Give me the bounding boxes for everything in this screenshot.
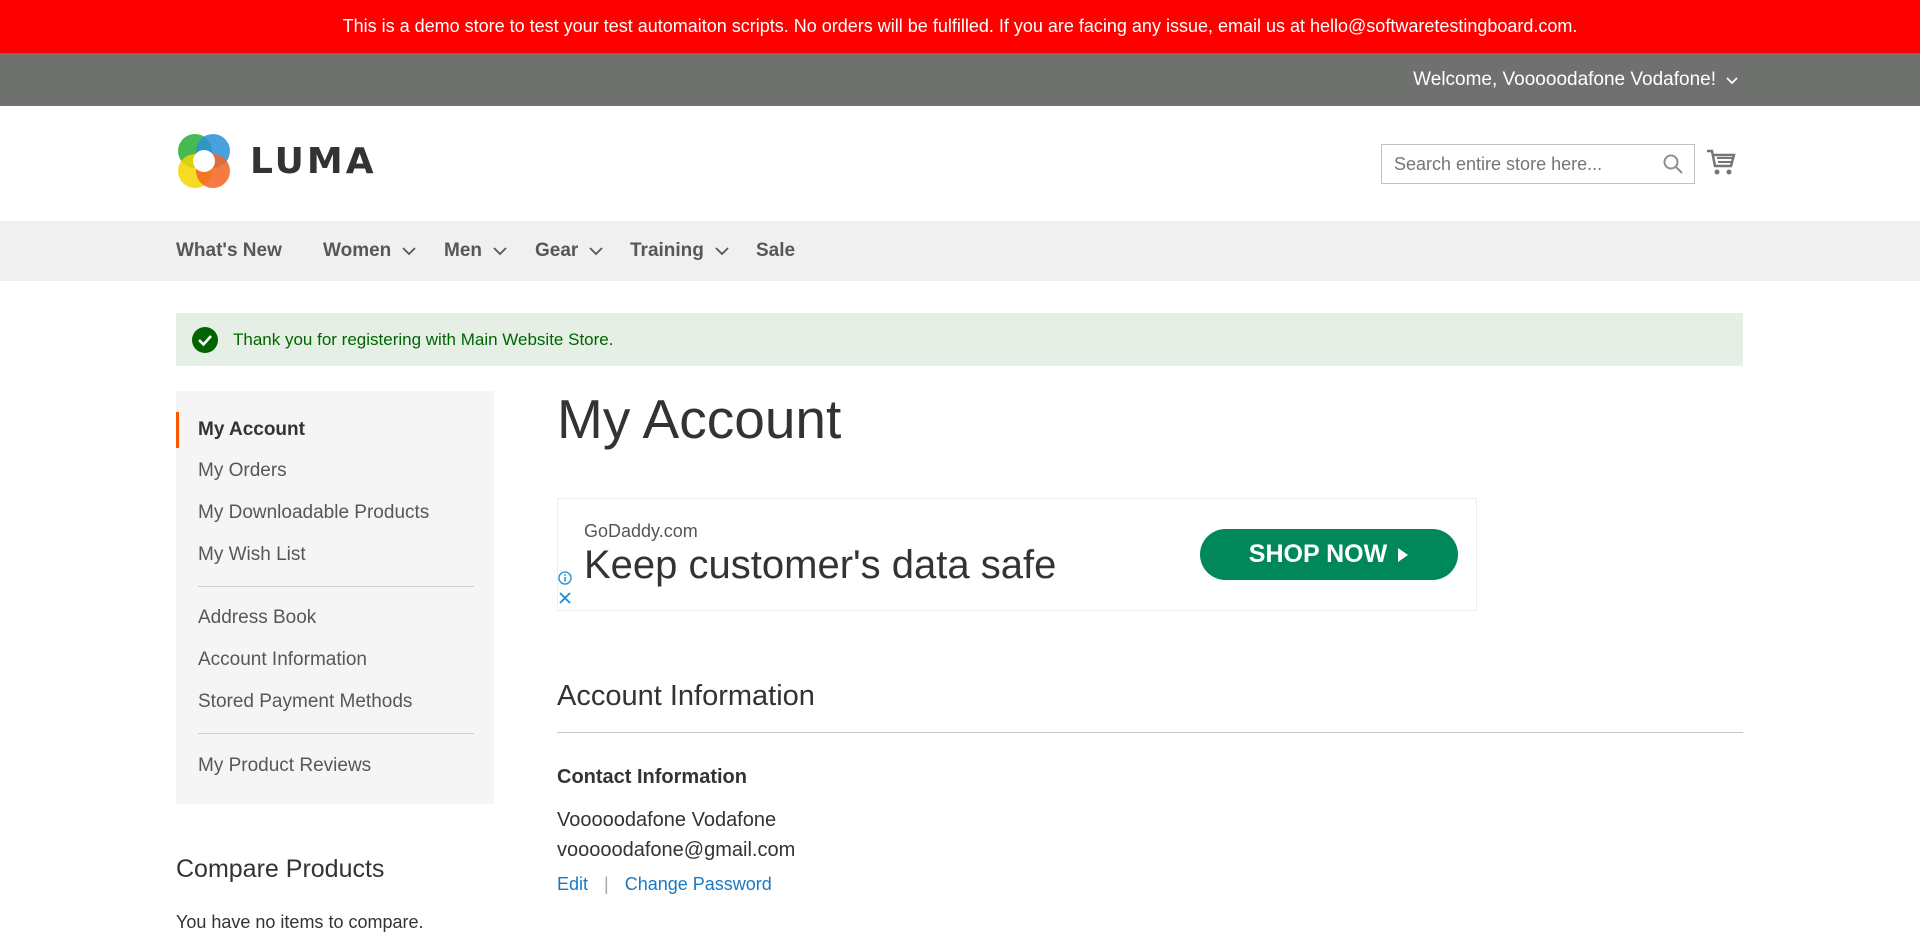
- nav-item-gear[interactable]: Gear: [535, 221, 604, 281]
- account-sidebar: My Account My Orders My Downloadable Pro…: [176, 391, 494, 804]
- action-separator: |: [604, 874, 609, 894]
- change-password-link[interactable]: Change Password: [625, 874, 772, 895]
- chevron-down-icon: [402, 247, 416, 256]
- welcome-text: Welcome, Vooooodafone Vodafone!: [1413, 68, 1716, 90]
- chevron-down-icon: [589, 247, 603, 256]
- info-icon[interactable]: [558, 571, 572, 585]
- sidebar-divider: [198, 586, 474, 587]
- account-information-title: Account Information: [557, 680, 815, 712]
- logo-text: LUMA: [250, 140, 377, 182]
- chevron-down-icon: [1726, 76, 1738, 84]
- nav-item-label: What's New: [176, 240, 282, 261]
- edit-link[interactable]: Edit: [557, 874, 588, 895]
- compare-products-title: Compare Products: [176, 855, 385, 883]
- ad-domain: GoDaddy.com: [584, 521, 698, 541]
- header-panel: Welcome, Vooooodafone Vodafone!: [0, 53, 1920, 106]
- sidebar-item-my-orders[interactable]: My Orders: [198, 460, 287, 482]
- cart-icon[interactable]: [1705, 146, 1737, 178]
- nav-item-label: Training: [630, 240, 704, 261]
- check-circle-icon: [192, 326, 218, 353]
- contact-email: vooooodafone@gmail.com: [557, 839, 796, 861]
- page-header: LUMA: [0, 106, 1920, 221]
- sidebar-item-downloadable-products[interactable]: My Downloadable Products: [198, 502, 429, 524]
- sidebar-item-account-information[interactable]: Account Information: [198, 649, 367, 671]
- sidebar-item-product-reviews[interactable]: My Product Reviews: [198, 755, 371, 777]
- close-icon[interactable]: [558, 591, 572, 605]
- success-message-text: Thank you for registering with Main Webs…: [233, 329, 614, 349]
- current-item-marker: [176, 412, 179, 448]
- contact-information-title: Contact Information: [557, 766, 747, 788]
- nav-item-men[interactable]: Men: [444, 221, 508, 281]
- nav-item-training[interactable]: Training: [630, 221, 730, 281]
- shop-now-label: SHOP NOW: [1248, 540, 1388, 568]
- chevron-down-icon: [493, 247, 507, 256]
- nav-item-sale[interactable]: Sale: [756, 221, 795, 281]
- luma-logo-icon: [178, 134, 230, 188]
- sidebar-item-my-account[interactable]: My Account: [198, 419, 305, 441]
- search-icon[interactable]: [1662, 153, 1684, 175]
- search-input[interactable]: [1382, 146, 1662, 182]
- main-navigation: What's New Women Men Gear Training Sale: [0, 221, 1920, 281]
- chevron-down-icon: [715, 247, 729, 256]
- demo-notice-bar: This is a demo store to test your test a…: [0, 0, 1920, 53]
- nav-item-label: Women: [323, 240, 392, 261]
- nav-item-women[interactable]: Women: [323, 221, 417, 281]
- shop-now-button[interactable]: SHOP NOW: [1200, 529, 1458, 580]
- contact-name: Vooooodafone Vodafone: [557, 809, 777, 831]
- sidebar-divider: [198, 733, 474, 734]
- customer-welcome-menu[interactable]: Welcome, Vooooodafone Vodafone!: [1413, 53, 1740, 106]
- advertisement-banner[interactable]: GoDaddy.com Keep customer's data safe SH…: [557, 498, 1477, 611]
- section-divider: [557, 732, 1743, 733]
- sidebar-item-wish-list[interactable]: My Wish List: [198, 544, 306, 566]
- demo-notice-text: This is a demo store to test your test a…: [342, 16, 1578, 36]
- sidebar-item-stored-payment-methods[interactable]: Stored Payment Methods: [198, 691, 412, 713]
- sidebar-item-address-book[interactable]: Address Book: [198, 607, 316, 629]
- contact-actions: Edit | Change Password: [557, 874, 772, 895]
- nav-item-label: Gear: [535, 240, 579, 261]
- play-arrow-icon: [1398, 547, 1409, 562]
- success-message: Thank you for registering with Main Webs…: [176, 313, 1743, 366]
- nav-item-label: Sale: [756, 240, 796, 261]
- search-box: [1381, 144, 1695, 184]
- nav-item-label: Men: [444, 240, 482, 261]
- nav-item-whats-new[interactable]: What's New: [176, 221, 282, 281]
- page-title: My Account: [557, 388, 842, 450]
- ad-headline: Keep customer's data safe: [584, 543, 1057, 587]
- store-logo[interactable]: LUMA: [176, 132, 377, 190]
